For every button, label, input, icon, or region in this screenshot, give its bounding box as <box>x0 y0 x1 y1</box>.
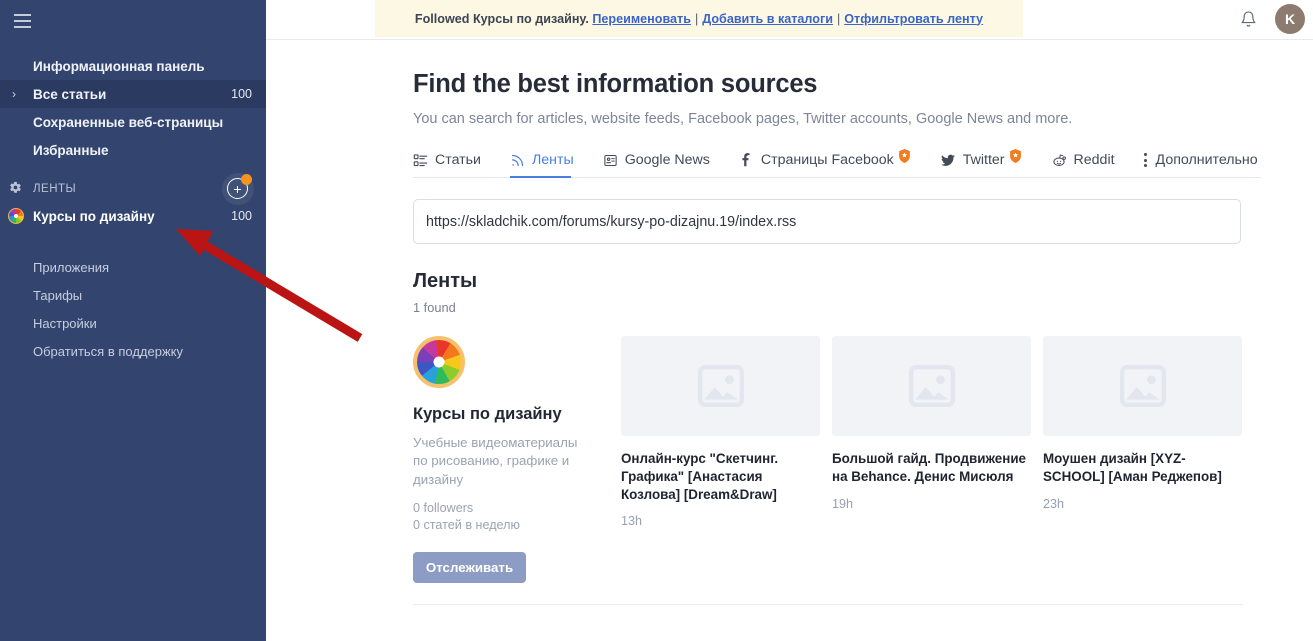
source-type-tabs: Статьи Ленты <box>413 152 1261 178</box>
top-bar: Followed Курсы по дизайну. Переименовать… <box>266 0 1313 40</box>
premium-shield-icon <box>898 149 911 163</box>
rss-icon <box>510 153 525 168</box>
page-title: Find the best information sources <box>413 70 1313 99</box>
article-time: 23h <box>1043 497 1242 511</box>
spacer <box>0 164 266 176</box>
tab-articles[interactable]: Статьи <box>413 152 494 177</box>
sidebar-item-favorites[interactable]: Избранные <box>0 136 266 164</box>
facebook-icon <box>739 152 754 168</box>
tab-label: Дополнительно <box>1156 152 1258 168</box>
sidebar-item-settings[interactable]: Настройки <box>0 309 266 337</box>
image-placeholder-icon <box>621 336 820 436</box>
sidebar-section-label: ЛЕНТЫ <box>33 183 76 195</box>
feed-description: Учебные видеоматериалы по рисованию, гра… <box>413 434 593 489</box>
feed-result-card[interactable]: Курсы по дизайну Учебные видеоматериалы … <box>413 336 603 583</box>
article-time: 13h <box>621 514 820 528</box>
tab-facebook-pages[interactable]: Страницы Facebook <box>739 152 924 177</box>
image-placeholder-icon <box>1043 336 1242 436</box>
banner-separator-2: | <box>837 12 840 26</box>
sidebar-link-label: Тарифы <box>33 288 82 303</box>
add-to-catalogs-link[interactable]: Добавить в каталоги <box>702 12 833 26</box>
list-icon <box>413 153 428 168</box>
tab-label: Twitter <box>963 152 1005 168</box>
tab-label: Reddit <box>1074 152 1115 168</box>
sidebar-item-label: Информационная панель <box>33 59 205 74</box>
avatar-initial: K <box>1285 11 1295 27</box>
tab-twitter[interactable]: Twitter <box>940 152 1035 177</box>
sidebar-item-all-articles[interactable]: › Все статьи 100 <box>0 80 266 108</box>
sidebar: Информационная панель › Все статьи 100 С… <box>0 0 266 641</box>
followed-banner: Followed Курсы по дизайну. Переименовать… <box>375 0 1023 37</box>
page-subtitle: You can search for articles, website fee… <box>413 111 1313 127</box>
filter-feed-link[interactable]: Отфильтровать ленту <box>844 12 983 26</box>
tab-label: Страницы Facebook <box>761 152 894 168</box>
article-title: Большой гайд. Продвижение на Behance. Де… <box>832 450 1031 486</box>
sidebar-feed-label: Курсы по дизайну <box>33 209 155 224</box>
article-title: Моушен дизайн [XYZ-SCHOOL] [Аман Реджепо… <box>1043 450 1242 486</box>
banner-text: Followed Курсы по дизайну. <box>415 12 589 26</box>
article-card[interactable]: Онлайн-курс "Скетчинг. Графика" [Анастас… <box>621 336 820 583</box>
tab-label: Google News <box>625 152 710 168</box>
follow-button[interactable]: Отслеживать <box>413 552 526 583</box>
sidebar-link-label: Настройки <box>33 316 97 331</box>
article-time: 19h <box>832 497 1031 511</box>
sidebar-item-support[interactable]: Обратиться в поддержку <box>0 337 266 365</box>
article-title: Онлайн-курс "Скетчинг. Графика" [Анастас… <box>621 450 820 503</box>
content-divider <box>413 604 1243 605</box>
results-count: 1 found <box>413 300 1313 315</box>
rename-link[interactable]: Переименовать <box>592 12 691 26</box>
banner-separator-1: | <box>695 12 698 26</box>
sidebar-nav-list: Информационная панель › Все статьи 100 С… <box>0 0 266 164</box>
sidebar-bottom-links: Приложения Тарифы Настройки Обратиться в… <box>0 253 266 365</box>
article-list: Онлайн-курс "Скетчинг. Графика" [Анастас… <box>621 336 1242 583</box>
sidebar-item-feed-design-courses[interactable]: Курсы по дизайну 100 <box>0 202 266 230</box>
app-root: Информационная панель › Все статьи 100 С… <box>0 0 1313 641</box>
chevron-right-icon: › <box>12 87 16 101</box>
sidebar-item-label: Все статьи <box>33 87 106 102</box>
sidebar-section-feeds: ЛЕНТЫ + <box>0 176 266 202</box>
sidebar-item-label: Избранные <box>33 143 109 158</box>
sidebar-item-count: 100 <box>231 87 252 101</box>
tab-more[interactable]: Дополнительно <box>1144 152 1271 177</box>
feed-followers: 0 followers <box>413 500 603 517</box>
results-row: Курсы по дизайну Учебные видеоматериалы … <box>413 336 1313 583</box>
tab-reddit[interactable]: Reddit <box>1051 152 1128 177</box>
content-area: Find the best information sources You ca… <box>266 70 1313 583</box>
sidebar-feed-count: 100 <box>231 209 252 223</box>
avatar[interactable]: K <box>1275 4 1305 34</box>
article-card[interactable]: Моушен дизайн [XYZ-SCHOOL] [Аман Реджепо… <box>1043 336 1242 583</box>
reddit-icon <box>1051 153 1067 168</box>
article-card[interactable]: Большой гайд. Продвижение на Behance. Де… <box>832 336 1031 583</box>
twitter-icon <box>940 153 956 168</box>
feed-stats: 0 followers 0 статей в неделю <box>413 500 603 534</box>
google-news-icon <box>603 153 618 168</box>
main-panel: Followed Курсы по дизайну. Переименовать… <box>266 0 1313 641</box>
gear-icon[interactable] <box>9 181 22 197</box>
image-placeholder-icon <box>832 336 1031 436</box>
sidebar-link-label: Приложения <box>33 260 109 275</box>
sidebar-item-apps[interactable]: Приложения <box>0 253 266 281</box>
sidebar-item-pricing[interactable]: Тарифы <box>0 281 266 309</box>
color-wheel-icon <box>413 336 465 388</box>
premium-shield-icon <box>1009 149 1022 163</box>
more-vertical-icon <box>1144 153 1147 167</box>
sidebar-item-saved-pages[interactable]: Сохраненные веб-страницы <box>0 108 266 136</box>
tab-feeds[interactable]: Ленты <box>510 152 587 177</box>
sidebar-link-label: Обратиться в поддержку <box>33 344 183 359</box>
notification-dot <box>241 174 252 185</box>
tab-label: Статьи <box>435 152 481 168</box>
search-input-value: https://skladchik.com/forums/kursy-po-di… <box>426 214 796 230</box>
feed-name: Курсы по дизайну <box>413 405 603 424</box>
tab-google-news[interactable]: Google News <box>603 152 723 177</box>
results-title: Ленты <box>413 270 1313 293</box>
search-input[interactable]: https://skladchik.com/forums/kursy-po-di… <box>413 199 1241 244</box>
color-wheel-icon <box>8 208 24 224</box>
add-feed-button[interactable]: + <box>227 178 249 200</box>
feed-rate: 0 статей в неделю <box>413 517 603 534</box>
sidebar-item-label: Сохраненные веб-страницы <box>33 115 223 130</box>
tab-label: Ленты <box>532 152 574 168</box>
bell-icon[interactable] <box>1237 8 1259 30</box>
hamburger-icon[interactable] <box>7 8 37 34</box>
sidebar-item-dashboard[interactable]: Информационная панель <box>0 52 266 80</box>
